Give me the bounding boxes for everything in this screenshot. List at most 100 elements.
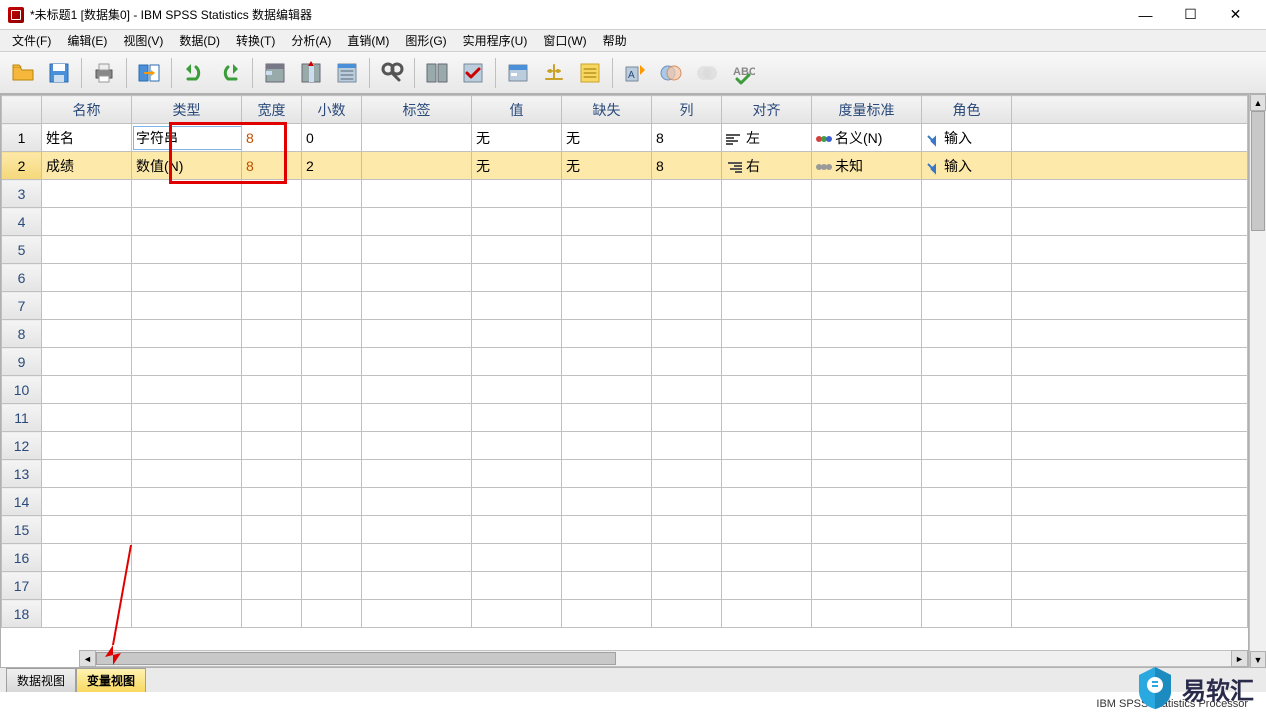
close-button[interactable]: ✕ bbox=[1213, 1, 1258, 29]
empty-cell[interactable] bbox=[302, 180, 362, 208]
corner-cell[interactable] bbox=[2, 96, 42, 124]
empty-cell[interactable] bbox=[922, 292, 1012, 320]
empty-cell[interactable] bbox=[562, 208, 652, 236]
col-header-8[interactable]: 对齐 bbox=[722, 96, 812, 124]
empty-cell[interactable] bbox=[722, 180, 812, 208]
empty-cell[interactable] bbox=[652, 460, 722, 488]
vscroll-thumb[interactable] bbox=[1251, 111, 1265, 231]
empty-cell[interactable] bbox=[132, 404, 242, 432]
cell-name[interactable]: 成绩 bbox=[42, 152, 132, 180]
empty-cell[interactable] bbox=[302, 404, 362, 432]
empty-cell[interactable] bbox=[362, 600, 472, 628]
cell-type[interactable]: 数值(N) bbox=[132, 152, 242, 180]
empty-cell[interactable] bbox=[562, 432, 652, 460]
empty-cell[interactable] bbox=[302, 600, 362, 628]
empty-cell[interactable] bbox=[812, 516, 922, 544]
col-header-3[interactable]: 小数 bbox=[302, 96, 362, 124]
empty-cell[interactable] bbox=[562, 544, 652, 572]
empty-cell[interactable] bbox=[722, 348, 812, 376]
cell-label[interactable] bbox=[362, 152, 472, 180]
cell-measure[interactable]: 名义(N) bbox=[812, 124, 922, 152]
empty-cell[interactable] bbox=[722, 544, 812, 572]
row-header[interactable]: 9 bbox=[2, 348, 42, 376]
empty-cell[interactable] bbox=[132, 236, 242, 264]
empty-cell[interactable] bbox=[472, 432, 562, 460]
empty-cell[interactable] bbox=[132, 516, 242, 544]
empty-cell[interactable] bbox=[472, 376, 562, 404]
cell-missing[interactable]: 无 bbox=[562, 152, 652, 180]
col-header-4[interactable]: 标签 bbox=[362, 96, 472, 124]
row-header[interactable]: 3 bbox=[2, 180, 42, 208]
empty-cell[interactable] bbox=[302, 320, 362, 348]
cell-values[interactable]: 无 bbox=[472, 124, 562, 152]
empty-cell[interactable] bbox=[722, 432, 812, 460]
menu-5[interactable]: 分析(A) bbox=[283, 30, 339, 51]
goto-variable-button[interactable] bbox=[294, 56, 328, 90]
empty-cell[interactable] bbox=[362, 208, 472, 236]
empty-cell[interactable] bbox=[42, 404, 132, 432]
empty-cell[interactable] bbox=[42, 516, 132, 544]
empty-cell[interactable] bbox=[652, 376, 722, 404]
empty-cell[interactable] bbox=[302, 516, 362, 544]
empty-cell[interactable] bbox=[722, 292, 812, 320]
empty-cell[interactable] bbox=[132, 180, 242, 208]
empty-cell[interactable] bbox=[812, 460, 922, 488]
empty-cell[interactable] bbox=[242, 320, 302, 348]
vscroll-track[interactable] bbox=[1250, 111, 1266, 651]
cell-columns[interactable]: 8 bbox=[652, 152, 722, 180]
empty-cell[interactable] bbox=[42, 320, 132, 348]
tab-variable-view[interactable]: 变量视图 bbox=[76, 668, 146, 692]
col-header-1[interactable]: 类型 bbox=[132, 96, 242, 124]
recall-dialog-button[interactable] bbox=[132, 56, 166, 90]
empty-cell[interactable] bbox=[302, 572, 362, 600]
empty-cell[interactable] bbox=[562, 320, 652, 348]
empty-cell[interactable] bbox=[472, 264, 562, 292]
empty-cell[interactable] bbox=[132, 544, 242, 572]
empty-cell[interactable] bbox=[562, 264, 652, 292]
empty-cell[interactable] bbox=[472, 404, 562, 432]
empty-cell[interactable] bbox=[362, 180, 472, 208]
empty-cell[interactable] bbox=[362, 236, 472, 264]
spell-check-button[interactable]: ABC bbox=[726, 56, 760, 90]
empty-cell[interactable] bbox=[242, 460, 302, 488]
empty-cell[interactable] bbox=[472, 292, 562, 320]
dim-button[interactable] bbox=[690, 56, 724, 90]
insert-cases-button[interactable] bbox=[573, 56, 607, 90]
empty-cell[interactable] bbox=[302, 544, 362, 572]
empty-cell[interactable] bbox=[562, 292, 652, 320]
cell-name[interactable]: 姓名 bbox=[42, 124, 132, 152]
row-header[interactable]: 10 bbox=[2, 376, 42, 404]
menu-1[interactable]: 编辑(E) bbox=[59, 30, 115, 51]
empty-cell[interactable] bbox=[302, 432, 362, 460]
row-header[interactable]: 6 bbox=[2, 264, 42, 292]
empty-cell[interactable] bbox=[562, 376, 652, 404]
empty-cell[interactable] bbox=[562, 572, 652, 600]
empty-cell[interactable] bbox=[722, 516, 812, 544]
empty-cell[interactable] bbox=[242, 516, 302, 544]
empty-cell[interactable] bbox=[562, 488, 652, 516]
row-header[interactable]: 5 bbox=[2, 236, 42, 264]
empty-cell[interactable] bbox=[562, 348, 652, 376]
empty-cell[interactable] bbox=[812, 180, 922, 208]
cell-align[interactable]: 右 bbox=[722, 152, 812, 180]
col-header-7[interactable]: 列 bbox=[652, 96, 722, 124]
empty-cell[interactable] bbox=[652, 432, 722, 460]
hscroll-track[interactable] bbox=[96, 650, 1231, 667]
menu-8[interactable]: 实用程序(U) bbox=[455, 30, 536, 51]
print-button[interactable] bbox=[87, 56, 121, 90]
empty-cell[interactable] bbox=[472, 348, 562, 376]
cell-columns[interactable]: 8 bbox=[652, 124, 722, 152]
empty-cell[interactable] bbox=[362, 544, 472, 572]
empty-cell[interactable] bbox=[652, 600, 722, 628]
empty-cell[interactable] bbox=[562, 236, 652, 264]
empty-cell[interactable] bbox=[242, 292, 302, 320]
empty-cell[interactable] bbox=[562, 600, 652, 628]
empty-cell[interactable] bbox=[42, 572, 132, 600]
empty-cell[interactable] bbox=[472, 320, 562, 348]
empty-cell[interactable] bbox=[812, 404, 922, 432]
empty-cell[interactable] bbox=[722, 460, 812, 488]
menu-4[interactable]: 转换(T) bbox=[228, 30, 283, 51]
empty-cell[interactable] bbox=[42, 180, 132, 208]
empty-cell[interactable] bbox=[652, 264, 722, 292]
empty-cell[interactable] bbox=[132, 488, 242, 516]
